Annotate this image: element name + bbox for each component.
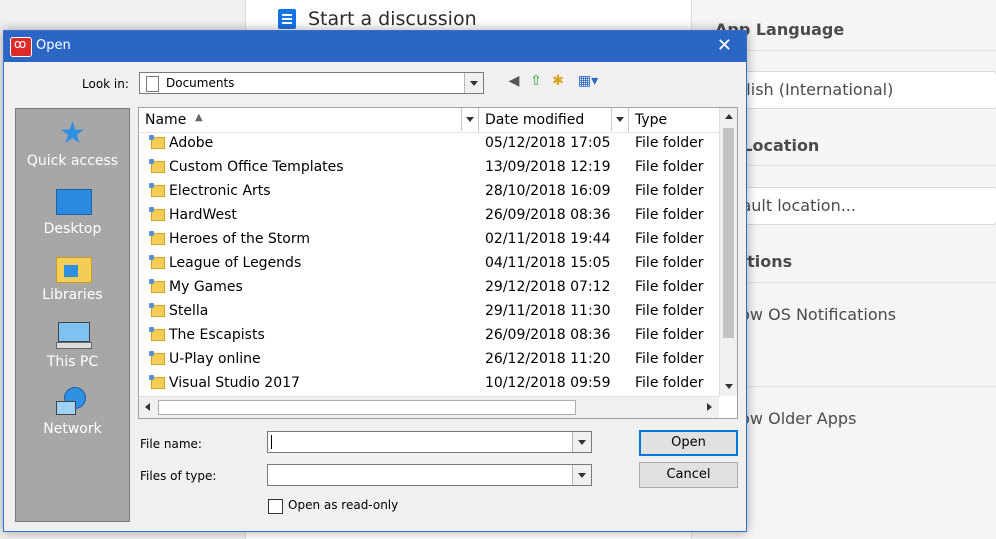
- divider: [715, 50, 996, 51]
- desktop-icon: [54, 187, 92, 217]
- file-row[interactable]: My Games 29/12/2018 07:12 File folder: [139, 276, 719, 300]
- vertical-scroll-thumb[interactable]: [723, 128, 734, 338]
- column-header-type[interactable]: Type: [629, 108, 719, 132]
- network-icon: [54, 387, 92, 417]
- scroll-right-icon[interactable]: [701, 397, 718, 418]
- file-row[interactable]: Custom Office Templates 13/09/2018 12:19 F…: [139, 156, 719, 180]
- files-of-type-dropdown[interactable]: [267, 464, 592, 486]
- chevron-down-icon[interactable]: [461, 108, 478, 131]
- place-desktop[interactable]: Desktop: [16, 187, 129, 237]
- read-only-label: Open as read-only: [288, 498, 399, 512]
- horizontal-scrollbar[interactable]: [139, 396, 719, 418]
- file-row[interactable]: U-Play online 26/12/2018 11:20 File folder: [139, 348, 719, 372]
- language-dropdown[interactable]: nglish (International) ⌄: [715, 71, 996, 109]
- horizontal-scroll-thumb[interactable]: [158, 400, 576, 415]
- dialog-titlebar[interactable]: Open ✕: [4, 31, 746, 62]
- divider: [715, 165, 996, 166]
- file-row[interactable]: Adobe 05/12/2018 17:05 File folder: [139, 132, 719, 156]
- column-header-date[interactable]: Date modified: [479, 108, 629, 132]
- os-notifications-option[interactable]: how OS Notifications: [730, 305, 896, 324]
- file-row[interactable]: Visual Studio 2017 10/12/2018 09:59 File f…: [139, 372, 719, 396]
- divider: [715, 282, 996, 283]
- sort-ascending-icon: ▲: [195, 112, 203, 123]
- chevron-down-icon: ⌄: [726, 80, 976, 96]
- file-row[interactable]: Heroes of the Storm 02/11/2018 19:44 File …: [139, 228, 719, 252]
- discussion-icon: [278, 9, 296, 29]
- text-cursor: [271, 435, 272, 449]
- scroll-down-icon[interactable]: [720, 378, 737, 395]
- file-row[interactable]: Electronic Arts 28/10/2018 16:09 File fold…: [139, 180, 719, 204]
- view-menu-icon[interactable]: ▦▾: [574, 73, 602, 89]
- file-row[interactable]: HardWest 26/09/2018 08:36 File folder: [139, 204, 719, 228]
- file-list[interactable]: Name ▲ Date modified Type Adobe 05/12/201…: [138, 107, 738, 419]
- chevron-down-icon: [464, 73, 483, 93]
- look-in-dropdown[interactable]: Documents: [139, 72, 484, 94]
- creative-cloud-icon: [10, 37, 32, 57]
- folder-icon: [149, 183, 165, 197]
- cancel-button[interactable]: Cancel: [639, 462, 738, 488]
- older-apps-option[interactable]: how Older Apps: [730, 409, 856, 428]
- folder-icon: [149, 279, 165, 293]
- folder-icon: [149, 231, 165, 245]
- folder-icon: [149, 135, 165, 149]
- read-only-checkbox[interactable]: [268, 499, 283, 514]
- look-in-label: Look in:: [82, 77, 129, 91]
- up-folder-icon[interactable]: ⇧: [528, 73, 544, 89]
- place-network[interactable]: Network: [16, 387, 129, 437]
- file-row[interactable]: The Escapists 26/09/2018 08:36 File folder: [139, 324, 719, 348]
- column-header-name[interactable]: Name ▲: [139, 108, 479, 132]
- place-libraries[interactable]: Libraries: [16, 253, 129, 303]
- folder-icon: [149, 303, 165, 317]
- chevron-down-icon[interactable]: [611, 108, 628, 131]
- chevron-down-icon[interactable]: [572, 432, 591, 452]
- open-button[interactable]: Open: [639, 430, 738, 456]
- file-name-input[interactable]: [267, 431, 592, 453]
- folder-icon: [149, 327, 165, 341]
- computer-icon: [54, 320, 92, 350]
- folder-icon: [149, 207, 165, 221]
- places-bar: ★ Quick access Desktop Libraries This PC…: [15, 108, 130, 522]
- start-discussion-link[interactable]: Start a discussion: [278, 8, 477, 30]
- place-this-pc[interactable]: This PC: [16, 320, 129, 370]
- install-location-dropdown[interactable]: efault location... ⌄: [715, 187, 996, 225]
- star-icon: ★: [59, 116, 86, 151]
- files-of-type-label: Files of type:: [140, 469, 217, 483]
- new-folder-icon[interactable]: ✱: [550, 73, 566, 89]
- vertical-scrollbar[interactable]: [719, 108, 737, 396]
- close-icon[interactable]: ✕: [717, 35, 732, 56]
- documents-icon: [146, 76, 159, 92]
- file-row[interactable]: League of Legends 04/11/2018 15:05 File fo…: [139, 252, 719, 276]
- open-dialog: Open ✕ Look in: Documents ◀ ⇧ ✱ ▦▾ ★ Qui…: [3, 30, 747, 532]
- chevron-down-icon[interactable]: [572, 465, 591, 485]
- file-name-label: File name:: [140, 437, 202, 451]
- divider: [715, 386, 996, 387]
- chevron-down-icon: ⌄: [726, 196, 976, 212]
- folder-icon: [149, 255, 165, 269]
- scroll-up-icon[interactable]: [720, 108, 737, 125]
- scroll-left-icon[interactable]: [139, 397, 156, 418]
- dialog-title: Open: [36, 38, 71, 53]
- libraries-icon: [54, 253, 92, 283]
- folder-icon: [149, 375, 165, 389]
- file-row[interactable]: Stella 29/11/2018 11:30 File folder: [139, 300, 719, 324]
- place-quick-access[interactable]: ★ Quick access: [16, 116, 129, 170]
- back-icon[interactable]: ◀: [506, 73, 522, 89]
- folder-icon: [149, 159, 165, 173]
- file-list-header: Name ▲ Date modified Type: [139, 108, 719, 133]
- folder-icon: [149, 351, 165, 365]
